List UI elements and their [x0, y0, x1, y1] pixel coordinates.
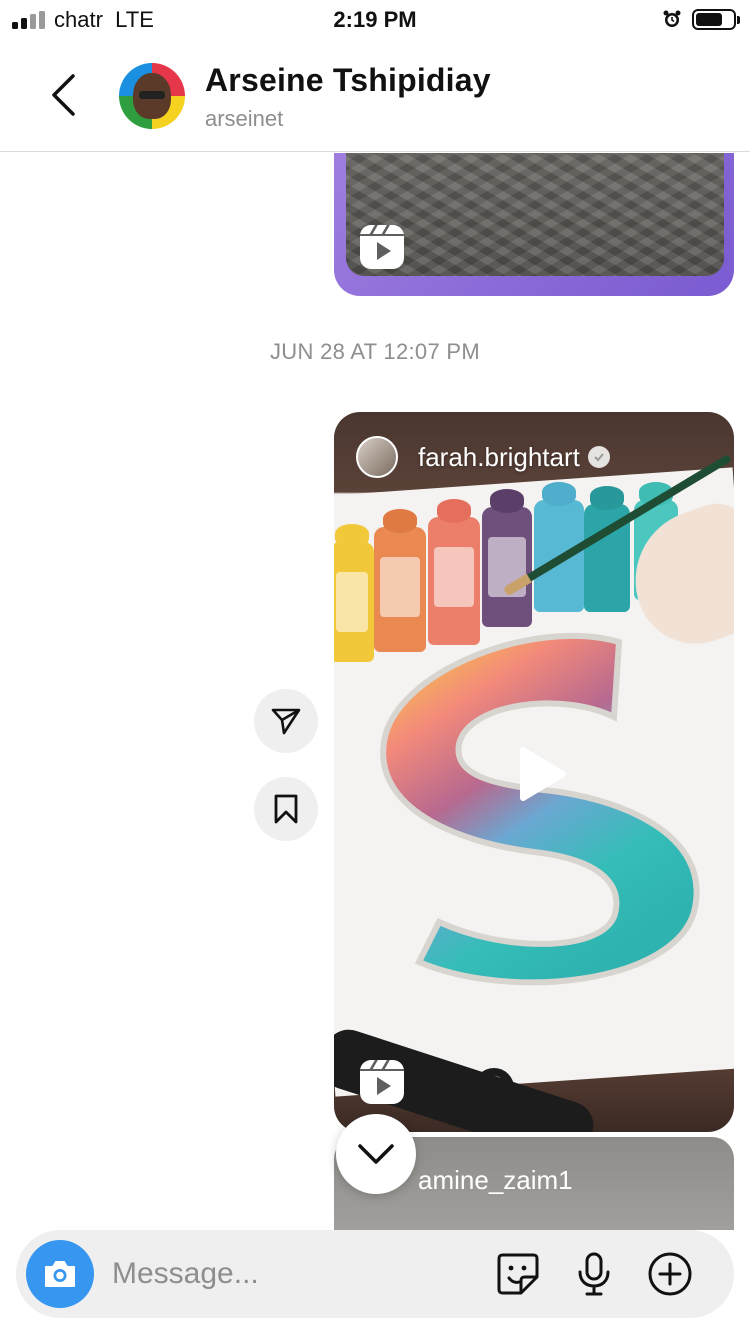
reel-author-handle[interactable]: amine_zaim1: [418, 1165, 573, 1196]
back-button[interactable]: [38, 70, 88, 120]
bookmark-icon: [274, 794, 298, 824]
microphone-icon: [578, 1252, 610, 1296]
chevron-left-icon: [52, 74, 75, 116]
contact-username[interactable]: arseinet: [205, 106, 283, 132]
alarm-icon: [662, 9, 682, 29]
conversation[interactable]: JUN 28 AT 12:07 PM farah.brightart amine…: [0, 153, 750, 1230]
chevron-down-icon: [358, 1144, 394, 1164]
message-input[interactable]: [112, 1250, 472, 1298]
paint-bottle: [334, 524, 374, 662]
chat-header: Arseine Tshipidiay arseinet: [0, 44, 750, 152]
message-composer: [16, 1230, 734, 1318]
message-timestamp: JUN 28 AT 12:07 PM: [269, 339, 481, 364]
sticker-icon: [497, 1253, 539, 1295]
camera-button[interactable]: [26, 1240, 94, 1308]
verified-badge-icon: [587, 446, 610, 468]
scroll-down-button[interactable]: [336, 1114, 416, 1194]
plus-circle-icon: [648, 1252, 692, 1296]
add-button[interactable]: [646, 1250, 694, 1298]
save-button[interactable]: [254, 777, 318, 841]
play-icon: [520, 747, 566, 801]
contact-name[interactable]: Arseine Tshipidiay: [205, 62, 491, 99]
share-button[interactable]: [254, 689, 318, 753]
reel-author[interactable]: farah.brightart: [356, 436, 610, 478]
camera-icon: [45, 1261, 75, 1287]
reels-icon: [360, 225, 404, 269]
play-button[interactable]: [509, 744, 569, 804]
painted-letter-s: [380, 632, 700, 986]
status-time: 2:19 PM: [333, 7, 417, 32]
shared-reel[interactable]: farah.brightart: [334, 412, 734, 1132]
reels-icon: [360, 1060, 404, 1104]
sticker-button[interactable]: [494, 1250, 542, 1298]
paint-bottle: [428, 499, 480, 645]
battery-icon: [692, 9, 740, 30]
reel-author-handle[interactable]: farah.brightart: [418, 442, 580, 473]
paint-bottle: [482, 489, 532, 627]
microphone-button[interactable]: [570, 1250, 618, 1298]
avatar[interactable]: [119, 63, 185, 129]
reel-author-avatar: [356, 436, 398, 478]
previous-reel-message[interactable]: [334, 153, 734, 296]
paper-plane-icon: [271, 708, 301, 735]
status-bar: chatr LTE 2:19 PM: [0, 0, 750, 44]
